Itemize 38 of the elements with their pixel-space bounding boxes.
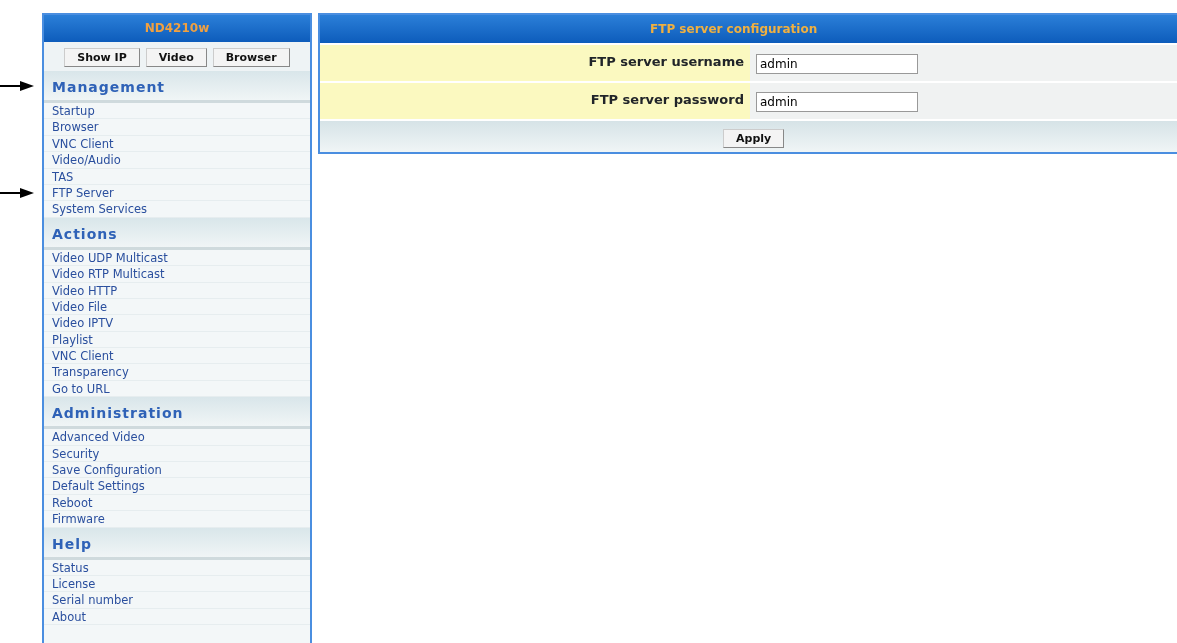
nav-button[interactable]: Browser <box>212 48 290 67</box>
menu-link[interactable]: Video RTP Multicast <box>44 266 310 283</box>
panel-title: FTP server configuration <box>320 15 1177 43</box>
menu-link[interactable]: Browser <box>44 119 310 136</box>
menu-link[interactable]: Firmware <box>44 511 310 528</box>
device-title: ND4210w <box>44 15 310 42</box>
section-heading: Help <box>44 527 310 560</box>
field-label: FTP server password <box>320 83 750 119</box>
menu-link[interactable]: Transparency <box>44 364 310 381</box>
nav-button[interactable]: Video <box>145 48 207 67</box>
input-field[interactable]: admin <box>756 54 918 74</box>
input-field[interactable]: admin <box>756 92 918 112</box>
menu-link[interactable]: VNC Client <box>44 348 310 365</box>
menu-link[interactable]: FTP Server <box>44 184 310 202</box>
menu-link[interactable]: About <box>44 608 310 626</box>
section-heading: Administration <box>44 397 310 430</box>
menu-link[interactable]: Playlist <box>44 331 310 349</box>
menu-link[interactable]: Save Configuration <box>44 462 310 479</box>
menu-link[interactable]: Startup <box>44 103 310 120</box>
menu-link[interactable]: Video UDP Multicast <box>44 249 310 267</box>
section-heading: Actions <box>44 217 310 250</box>
menu-link[interactable]: Advanced Video <box>44 429 310 446</box>
field-label: FTP server username <box>320 45 750 81</box>
menu-link[interactable]: Video HTTP <box>44 282 310 299</box>
menu-link[interactable]: Video IPTV <box>44 315 310 332</box>
menu-link[interactable]: License <box>44 576 310 593</box>
menu-link[interactable]: Security <box>44 445 310 463</box>
menu-link[interactable]: Default Settings <box>44 478 310 495</box>
nav-button[interactable]: Show IP <box>64 48 140 67</box>
menu-link[interactable]: Serial number <box>44 592 310 609</box>
menu-link[interactable]: Video/Audio <box>44 152 310 169</box>
menu-link[interactable]: VNC Client <box>44 135 310 153</box>
menu-link[interactable]: Reboot <box>44 494 310 512</box>
apply-button[interactable]: Apply <box>723 129 785 148</box>
menu-link[interactable]: TAS <box>44 168 310 185</box>
menu-link[interactable]: System Services <box>44 201 310 218</box>
menu-link[interactable]: Status <box>44 559 310 576</box>
menu-link[interactable]: Video File <box>44 298 310 316</box>
